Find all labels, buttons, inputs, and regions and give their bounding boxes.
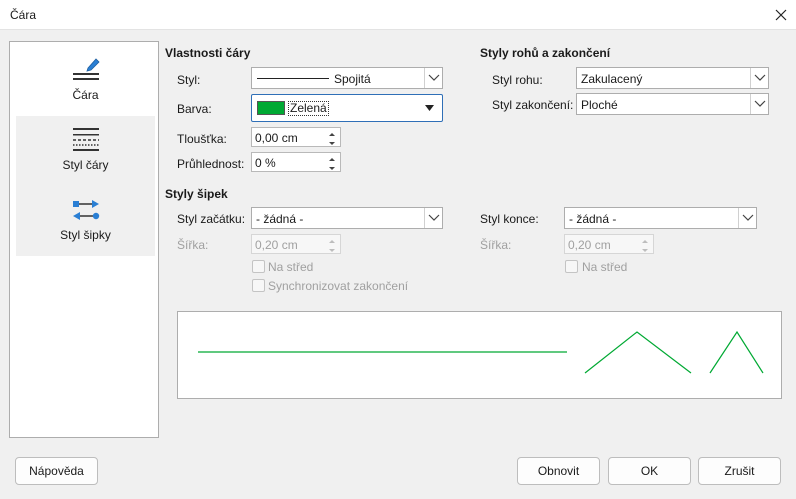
spin-up-button[interactable] <box>324 153 340 162</box>
end-width-label: Šířka: <box>480 238 512 252</box>
line-style-value: Spojitá <box>334 72 371 86</box>
caret-down-icon <box>642 249 648 252</box>
window-title: Čára <box>10 8 37 22</box>
end-center-label: Na střed <box>582 260 628 274</box>
end-style-dropdown[interactable]: - žádná - <box>564 207 757 229</box>
end-style-label: Styl konce: <box>480 212 539 226</box>
end-width-spinner[interactable]: 0,20 cm <box>564 234 654 254</box>
dropdown-arrow <box>424 68 442 88</box>
sidebar-item-label: Čára <box>72 88 99 102</box>
ok-button[interactable]: OK <box>608 457 691 485</box>
start-style-dropdown[interactable]: - žádná - <box>251 207 443 229</box>
sync-ends-label: Synchronizovat zakončení <box>268 279 409 293</box>
caret-down-icon <box>329 167 335 170</box>
start-center-checkbox[interactable] <box>252 260 265 273</box>
cap-style-dropdown[interactable]: Ploché <box>576 93 769 115</box>
corners-heading: Styly rohů a zakončení <box>480 46 611 60</box>
reset-button[interactable]: Obnovit <box>517 457 600 485</box>
spin-up-button[interactable] <box>324 235 340 244</box>
chevron-down-icon <box>742 214 754 221</box>
close-button[interactable] <box>766 0 796 30</box>
line-pencil-icon <box>72 58 100 80</box>
sync-ends-checkbox[interactable] <box>252 279 265 292</box>
line-width-value: 0,00 cm <box>255 131 298 145</box>
preview-lines <box>198 330 764 374</box>
spin-down-button[interactable] <box>324 137 340 146</box>
color-swatch <box>257 101 285 115</box>
cap-style-value: Ploché <box>581 98 618 112</box>
spin-down-button[interactable] <box>324 244 340 253</box>
caret-down-icon <box>329 249 335 252</box>
line-style-icon <box>72 128 99 151</box>
line-style-dropdown[interactable]: Spojitá <box>251 67 443 89</box>
sidebar-item-line-style[interactable]: Styl čáry <box>16 116 155 186</box>
transparency-spinner[interactable]: 0 % <box>251 152 341 172</box>
sidebar-item-label: Styl čáry <box>62 158 109 172</box>
cap-style-label: Styl zakončení: <box>492 98 574 112</box>
sidebar: Čára Styl čáry Styl šipky <box>9 41 159 438</box>
end-width-value: 0,20 cm <box>568 238 611 252</box>
start-style-label: Styl začátku: <box>177 212 246 226</box>
cancel-button[interactable]: Zrušit <box>698 457 781 485</box>
chevron-down-icon <box>754 74 766 81</box>
chevron-down-icon <box>754 100 766 107</box>
spin-down-button[interactable] <box>324 162 340 171</box>
spin-up-button[interactable] <box>324 128 340 137</box>
line-width-spinner[interactable]: 0,00 cm <box>251 127 341 147</box>
width-label: Tloušťka: <box>177 132 227 146</box>
transparency-label: Průhlednost: <box>177 157 245 171</box>
sidebar-item-line[interactable]: Čára <box>16 46 155 116</box>
sidebar-item-arrow-style[interactable]: Styl šipky <box>16 186 155 256</box>
start-width-spinner[interactable]: 0,20 cm <box>251 234 341 254</box>
end-center-checkbox[interactable] <box>565 260 578 273</box>
line-properties-heading: Vlastnosti čáry <box>165 46 251 60</box>
corner-style-value: Zakulacený <box>581 72 643 86</box>
close-icon <box>775 9 787 21</box>
title-bar: Čára <box>0 0 796 30</box>
transparency-value: 0 % <box>255 156 276 170</box>
start-center-label: Na střed <box>268 260 314 274</box>
chevron-down-icon <box>428 74 440 81</box>
arrow-style-icon <box>72 200 99 220</box>
spin-up-button[interactable] <box>637 235 653 244</box>
end-style-value: - žádná - <box>569 212 617 226</box>
sidebar-item-label: Styl šipky <box>60 228 111 242</box>
dropdown-arrow <box>738 208 756 228</box>
color-label: Barva: <box>177 102 212 116</box>
help-button[interactable]: Nápověda <box>15 457 98 485</box>
dropdown-arrow <box>750 94 768 114</box>
style-label: Styl: <box>177 73 201 87</box>
caret-down-icon <box>425 105 434 111</box>
corner-style-label: Styl rohu: <box>492 73 543 87</box>
color-dropdown[interactable]: Zelená <box>251 94 443 122</box>
color-value: Zelená <box>288 101 329 116</box>
start-width-label: Šířka: <box>177 238 209 252</box>
chevron-down-icon <box>428 214 440 221</box>
caret-down-icon <box>329 142 335 145</box>
solid-line-sample <box>257 78 329 79</box>
start-width-value: 0,20 cm <box>255 238 298 252</box>
dropdown-arrow <box>424 208 442 228</box>
corner-style-dropdown[interactable]: Zakulacený <box>576 67 769 89</box>
arrow-styles-heading: Styly šipek <box>165 187 228 201</box>
line-preview <box>177 311 782 399</box>
spin-down-button[interactable] <box>637 244 653 253</box>
dropdown-arrow <box>750 68 768 88</box>
start-style-value: - žádná - <box>256 212 304 226</box>
